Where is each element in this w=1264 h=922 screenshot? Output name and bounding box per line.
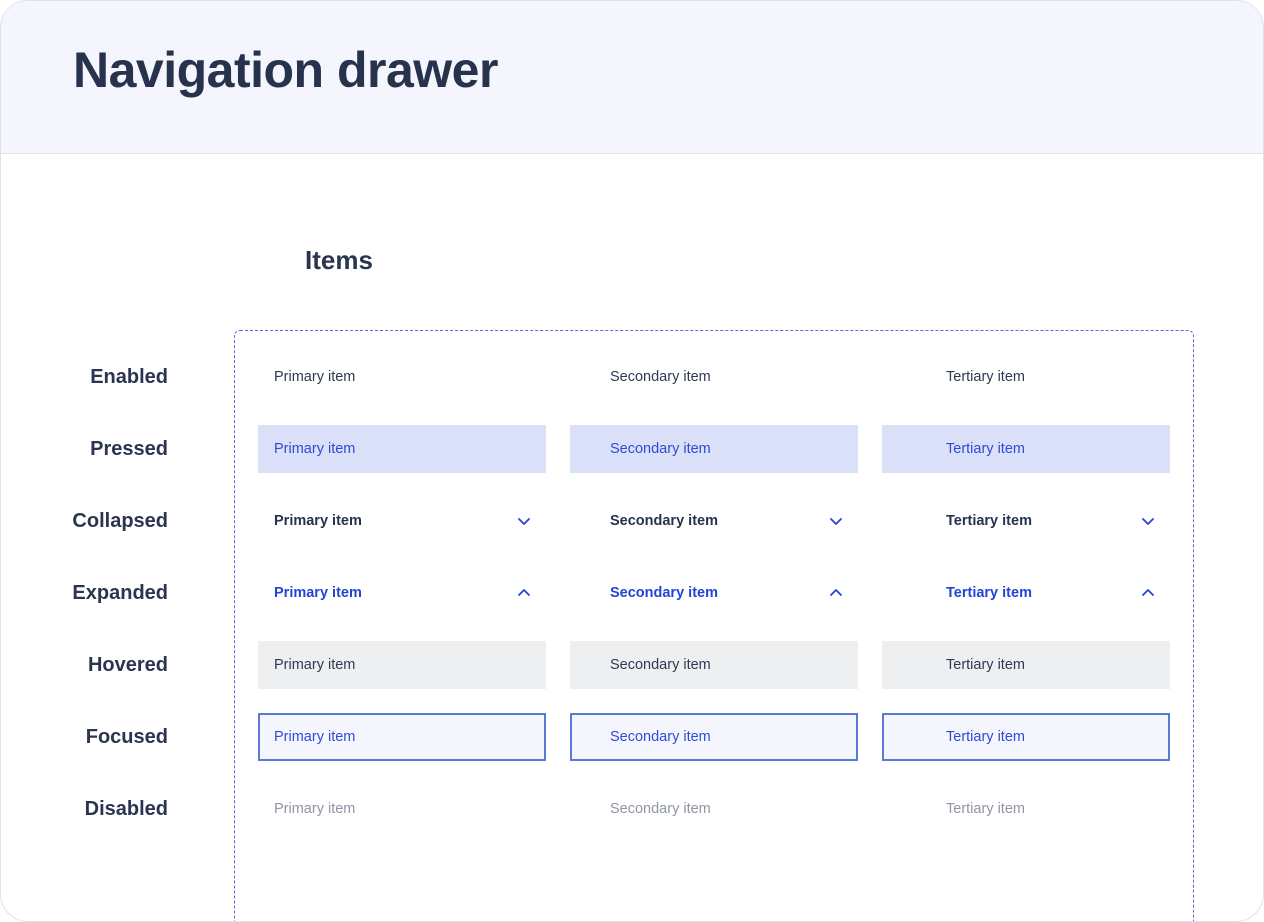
chevron-up-icon [828,585,844,601]
nav-item-secondary-focused[interactable]: Secondary item [570,713,858,761]
section-title: Items [305,245,373,275]
nav-item-label: Tertiary item [946,513,1032,529]
nav-item-primary-focused[interactable]: Primary item [258,713,546,761]
nav-item-primary-collapsed[interactable]: Primary item [258,497,546,545]
nav-item-label: Primary item [274,513,362,529]
component-card: Navigation drawer Items Enabled Pressed … [0,0,1264,922]
nav-item-secondary-expanded[interactable]: Secondary item [570,569,858,617]
row-label-focused: Focused [85,726,168,748]
nav-item-label: Primary item [274,801,356,817]
nav-item-label: Primary item [274,657,356,673]
nav-item-tertiary-collapsed[interactable]: Tertiary item [882,497,1170,545]
chevron-down-icon [828,513,844,529]
nav-item-tertiary-enabled[interactable]: Tertiary item [882,353,1170,401]
chevron-up-icon [1140,585,1156,601]
nav-item-primary-pressed[interactable]: Primary item [258,425,546,473]
row-label-pressed: Pressed [90,438,168,460]
nav-item-primary-enabled[interactable]: Primary item [258,353,546,401]
nav-item-secondary-disabled: Secondary item [570,785,858,833]
nav-item-label: Secondary item [610,585,718,601]
row-label-enabled: Enabled [90,366,168,388]
nav-item-secondary-collapsed[interactable]: Secondary item [570,497,858,545]
chevron-up-icon [516,585,532,601]
nav-item-label: Secondary item [610,729,711,745]
nav-item-tertiary-expanded[interactable]: Tertiary item [882,569,1170,617]
nav-item-label: Primary item [274,585,362,601]
nav-item-label: Tertiary item [946,729,1025,745]
states-frame [234,330,1194,921]
nav-item-primary-expanded[interactable]: Primary item [258,569,546,617]
nav-item-tertiary-hovered[interactable]: Tertiary item [882,641,1170,689]
nav-item-primary-disabled: Primary item [258,785,546,833]
nav-item-tertiary-focused[interactable]: Tertiary item [882,713,1170,761]
chevron-down-icon [1140,513,1156,529]
nav-item-label: Secondary item [610,441,711,457]
row-label-disabled: Disabled [84,798,168,820]
nav-item-tertiary-pressed[interactable]: Tertiary item [882,425,1170,473]
row-label-hovered: Hovered [87,654,168,676]
nav-item-primary-hovered[interactable]: Primary item [258,641,546,689]
row-label-collapsed: Collapsed [72,510,168,532]
nav-item-secondary-pressed[interactable]: Secondary item [570,425,858,473]
nav-item-label: Primary item [274,441,356,457]
nav-item-label: Tertiary item [946,657,1025,673]
nav-item-tertiary-disabled: Tertiary item [882,785,1170,833]
chevron-down-icon [516,513,532,529]
nav-item-label: Primary item [274,729,356,745]
page-title: Navigation drawer [73,42,498,98]
nav-item-label: Tertiary item [946,585,1032,601]
nav-item-label: Tertiary item [946,441,1025,457]
nav-item-label: Tertiary item [946,801,1025,817]
nav-item-label: Secondary item [610,657,711,673]
nav-item-label: Secondary item [610,369,711,385]
nav-item-label: Secondary item [610,801,711,817]
nav-item-secondary-enabled[interactable]: Secondary item [570,353,858,401]
nav-item-secondary-hovered[interactable]: Secondary item [570,641,858,689]
nav-item-label: Secondary item [610,513,718,529]
row-label-expanded: Expanded [72,582,168,604]
nav-item-label: Primary item [274,369,356,385]
nav-item-label: Tertiary item [946,369,1025,385]
header: Navigation drawer [1,1,1263,154]
